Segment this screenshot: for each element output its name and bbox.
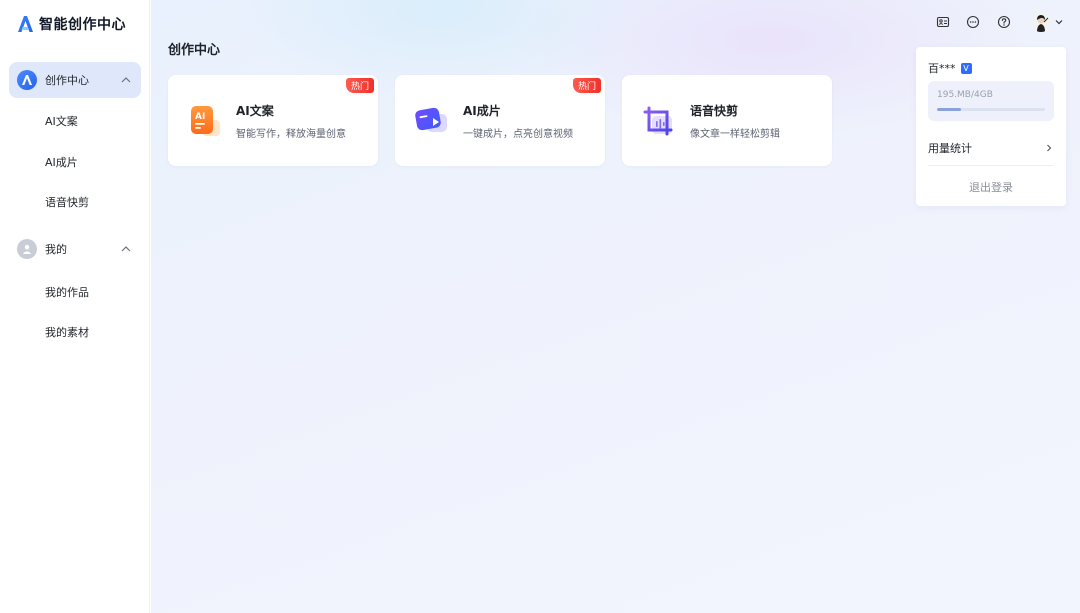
- user-icon: [17, 239, 37, 259]
- chevron-up-icon: [121, 246, 131, 252]
- ai-copywriting-icon: AI: [191, 106, 220, 136]
- sidebar-item-ai-video[interactable]: AI成片: [45, 154, 78, 170]
- hot-badge: 热门: [573, 78, 601, 93]
- nav-group-creation-center[interactable]: 创作中心: [9, 62, 141, 98]
- brand-logo-icon: [18, 16, 33, 32]
- card-description: 像文章一样轻松剪辑: [690, 129, 780, 140]
- logout-button[interactable]: 退出登录: [928, 179, 1054, 195]
- card-title: AI文案: [236, 104, 274, 118]
- storage-text: 195.MB/4GB: [937, 90, 993, 100]
- storage-box: 195.MB/4GB: [928, 81, 1054, 121]
- usage-stats-label: 用量统计: [928, 142, 972, 155]
- usage-stats-link[interactable]: 用量统计: [928, 140, 1054, 156]
- ai-video-icon: [415, 107, 447, 132]
- card-description: 一键成片，点亮创意视频: [463, 129, 573, 140]
- card-voice-edit[interactable]: 语音快剪 像文章一样轻松剪辑: [622, 75, 832, 166]
- id-card-icon[interactable]: [936, 15, 950, 29]
- divider: [928, 165, 1054, 166]
- card-description: 智能写作，释放海量创意: [236, 129, 346, 140]
- card-title: 语音快剪: [690, 104, 739, 118]
- chevron-down-icon[interactable]: [1054, 17, 1064, 27]
- brand[interactable]: 智能创作中心: [17, 14, 126, 34]
- nav-group-label: 创作中心: [45, 74, 89, 87]
- avatar[interactable]: [1031, 12, 1051, 32]
- sidebar-item-voice-edit[interactable]: 语音快剪: [45, 194, 89, 210]
- sidebar-item-ai-copywriting[interactable]: AI文案: [45, 113, 78, 129]
- card-title: AI成片: [463, 104, 501, 118]
- sidebar-item-my-works[interactable]: 我的作品: [45, 284, 89, 300]
- main-content: 创作中心 AI AI文案 智能写作，释放海量创意 热门 AI成片 一键成片，点亮…: [151, 0, 1080, 613]
- storage-progress-track: [937, 108, 1045, 111]
- chevron-up-icon: [121, 77, 131, 83]
- sidebar: 智能创作中心 创作中心 AI文案 AI成片 语音快剪 我的 我的作品 我的素材: [0, 0, 150, 613]
- vip-badge: V: [960, 62, 972, 74]
- user-panel: 百*** V 195.MB/4GB 用量统计 退出登录: [916, 47, 1066, 206]
- avatar-image: [1031, 12, 1051, 32]
- brand-title: 智能创作中心: [39, 17, 126, 33]
- help-icon[interactable]: [997, 15, 1011, 29]
- username: 百***: [928, 62, 956, 75]
- card-ai-video[interactable]: AI成片 一键成片，点亮创意视频 热门: [395, 75, 605, 166]
- card-ai-copywriting[interactable]: AI AI文案 智能写作，释放海量创意 热门: [168, 75, 378, 166]
- chevron-right-icon: [1047, 144, 1052, 152]
- more-icon[interactable]: [966, 15, 980, 29]
- creation-center-icon: [17, 70, 37, 90]
- storage-progress-fill: [937, 108, 962, 111]
- sidebar-item-my-materials[interactable]: 我的素材: [45, 324, 89, 340]
- nav-group-label: 我的: [45, 243, 67, 256]
- username-row: 百*** V: [928, 60, 972, 76]
- nav-group-mine[interactable]: 我的: [9, 231, 141, 267]
- page-title: 创作中心: [168, 43, 221, 58]
- hot-badge: 热门: [346, 78, 374, 93]
- voice-edit-icon: [643, 106, 673, 136]
- svg-text:AI: AI: [195, 112, 205, 122]
